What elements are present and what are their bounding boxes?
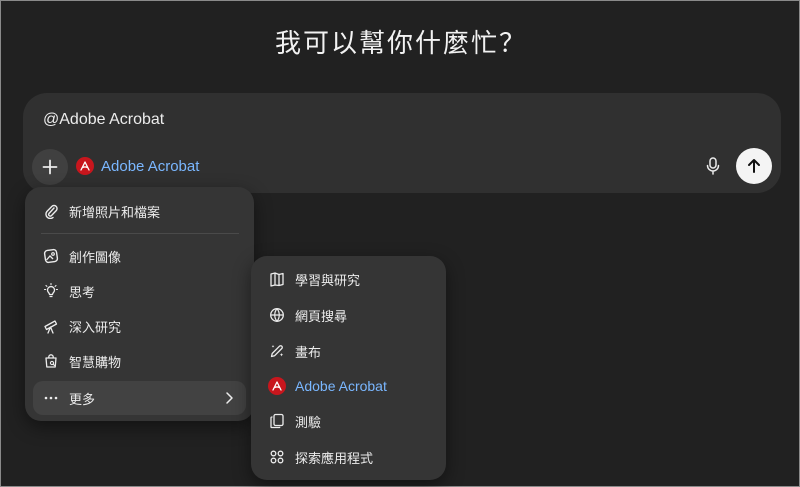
submenu-item-label: 探索應用程式 (295, 451, 374, 467)
submenu-item-study[interactable]: 學習與研究 (259, 262, 438, 296)
composer[interactable]: @Adobe Acrobat Adobe Acrobat (23, 93, 781, 193)
submenu-item-quiz[interactable]: 測驗 (259, 404, 438, 438)
submenu-item-web-search[interactable]: 網頁搜尋 (259, 298, 438, 332)
submenu-item-adobe-acrobat[interactable]: Adobe Acrobat (259, 369, 438, 403)
shopping-bag-icon (41, 351, 61, 371)
submenu-item-label: 網頁搜尋 (295, 309, 348, 325)
menu-item-more[interactable]: 更多 (33, 381, 246, 415)
menu-item-create-image[interactable]: 創作圖像 (33, 239, 246, 273)
menu-item-deep-research[interactable]: 深入研究 (33, 309, 246, 343)
menu-item-label: 智慧購物 (69, 355, 122, 371)
page-title: 我可以幫你什麼忙？ (274, 29, 527, 59)
microphone-icon (706, 157, 720, 175)
menu-item-think[interactable]: 思考 (33, 274, 246, 308)
acrobat-icon (76, 157, 94, 175)
menu-divider (41, 233, 239, 234)
ellipsis-icon (41, 388, 61, 408)
paperclip-icon (41, 201, 61, 221)
chevron-right-icon (222, 390, 236, 406)
send-button[interactable] (736, 148, 772, 184)
image-create-icon (41, 246, 61, 266)
submenu-item-canvas[interactable]: 畫布 (259, 334, 438, 368)
quiz-icon (267, 411, 287, 431)
microphone-button[interactable] (701, 153, 725, 179)
telescope-icon (41, 316, 61, 336)
submenu-item-label: 測驗 (295, 415, 322, 431)
selected-tool-chip[interactable]: Adobe Acrobat (76, 153, 199, 179)
book-icon (267, 269, 287, 289)
more-submenu: 學習與研究 網頁搜尋 畫布 Adobe Acrobat 測驗 探索應用程式 (251, 256, 446, 480)
plus-icon (42, 159, 58, 175)
menu-item-label: 深入研究 (69, 320, 122, 336)
submenu-item-explore-apps[interactable]: 探索應用程式 (259, 440, 438, 474)
acrobat-icon (267, 376, 287, 396)
globe-icon (267, 305, 287, 325)
menu-item-add-files[interactable]: 新增照片和檔案 (33, 194, 246, 228)
add-button[interactable] (32, 149, 68, 185)
menu-item-label: 更多 (69, 392, 96, 408)
chip-label: Adobe Acrobat (101, 157, 200, 175)
arrow-up-icon (748, 159, 760, 173)
pen-icon (267, 341, 287, 361)
menu-item-label: 思考 (69, 285, 96, 301)
submenu-item-label: 學習與研究 (295, 273, 361, 289)
apps-grid-icon (267, 447, 287, 467)
tools-menu: 新增照片和檔案 創作圖像 思考 深入研究 智慧購物 更多 (25, 187, 254, 421)
submenu-item-label: Adobe Acrobat (295, 378, 387, 394)
submenu-item-label: 畫布 (295, 345, 322, 361)
composer-input[interactable]: @Adobe Acrobat (43, 111, 164, 129)
menu-item-label: 創作圖像 (69, 250, 122, 266)
menu-item-label: 新增照片和檔案 (69, 205, 161, 221)
lightbulb-icon (41, 281, 61, 301)
menu-item-smart-shopping[interactable]: 智慧購物 (33, 344, 246, 378)
